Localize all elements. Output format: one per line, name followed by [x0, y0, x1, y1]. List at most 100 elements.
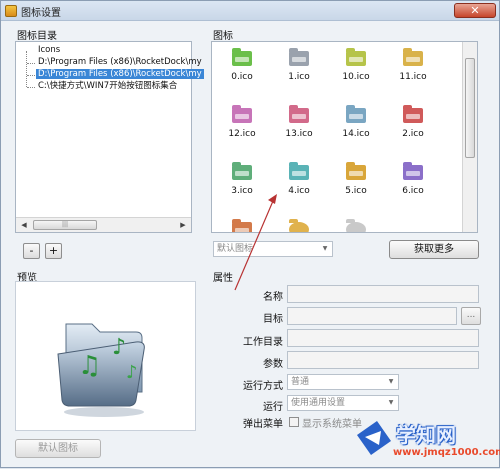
icon-item-label: 1.ico — [288, 72, 310, 82]
icon-item-label: 0.ico — [231, 72, 253, 82]
icon-item[interactable] — [281, 217, 317, 232]
workdir-field[interactable] — [287, 329, 479, 347]
icon-item[interactable]: 10.ico — [338, 46, 374, 86]
folder-icon — [403, 48, 423, 66]
icon-item[interactable]: 11.ico — [395, 46, 431, 86]
tree-item-label: Icons — [38, 45, 61, 55]
folder-icon — [346, 48, 366, 66]
name-field[interactable] — [287, 285, 479, 303]
tree-line — [27, 87, 35, 88]
icon-item[interactable]: 4.ico — [281, 160, 317, 200]
default-icon-button[interactable]: 默认图标 — [15, 439, 101, 458]
watermark: 学知网 www.jmqz1000.com — [351, 411, 500, 463]
folder-icon — [289, 105, 309, 123]
svg-text:♪: ♪ — [126, 362, 138, 383]
icons-label: 图标 — [213, 31, 233, 42]
tree-horizontal-scrollbar[interactable]: ◀ ||| ▶ — [16, 217, 191, 232]
icon-item[interactable]: 14.ico — [338, 103, 374, 143]
icon-item[interactable]: 2.ico — [395, 103, 431, 143]
args-label: 参数 — [263, 359, 283, 370]
svg-text:♪: ♪ — [112, 335, 126, 360]
chevron-down-icon: ▼ — [388, 399, 394, 406]
browse-button[interactable]: ... — [461, 307, 481, 325]
folder-icon — [232, 48, 252, 66]
music-folder-icon: ♫ ♪ ♪ — [57, 323, 145, 417]
target-label: 目标 — [263, 314, 283, 325]
icon-filter-select[interactable]: 默认图标 ▼ — [213, 241, 333, 257]
icon-grid-vertical-scrollbar[interactable] — [462, 42, 477, 232]
icon-item[interactable]: 0.ico — [224, 46, 260, 86]
tree-line — [27, 75, 35, 76]
icon-settings-window: 图标设置 ✕ 图标目录 Icons D:\Program Files (x86)… — [0, 0, 500, 468]
icon-item[interactable]: 6.ico — [395, 160, 431, 200]
icon-item[interactable] — [338, 217, 374, 232]
watermark-url: www.jmqz1000.com — [393, 447, 500, 458]
tree-line — [26, 51, 27, 87]
icon-item-label: 14.ico — [342, 129, 370, 139]
scroll-thumb[interactable]: ||| — [33, 220, 97, 230]
folder-icon — [232, 105, 252, 123]
chevron-down-icon: ▼ — [322, 245, 328, 252]
folder-icon — [232, 219, 252, 232]
folder-icon — [346, 162, 366, 180]
icon-item[interactable] — [224, 217, 260, 232]
icon-item[interactable]: 3.ico — [224, 160, 260, 200]
folder-icon — [346, 105, 366, 123]
show-system-menu-checkbox[interactable] — [289, 417, 299, 427]
scroll-right-icon[interactable]: ▶ — [176, 219, 190, 231]
run-mode-value: 普通 — [291, 377, 310, 387]
icon-filter-value: 默认图标 — [217, 244, 254, 254]
icon-directory-tree[interactable]: Icons D:\Program Files (x86)\RocketDock\… — [15, 41, 204, 233]
tree-item-label: D:\Program Files (x86)\RocketDock\my — [36, 69, 204, 79]
args-field[interactable] — [287, 351, 479, 369]
window-title: 图标设置 — [21, 8, 61, 19]
run-mode-select[interactable]: 普通 ▼ — [287, 374, 399, 390]
character-icon — [289, 219, 309, 232]
tree-item[interactable]: C:\快捷方式\WIN7开始按钮图标集合 — [36, 80, 179, 93]
target-field[interactable] — [287, 307, 457, 325]
icon-item[interactable]: 1.ico — [281, 46, 317, 86]
preview-panel: ♫ ♪ ♪ — [15, 281, 196, 431]
workdir-label: 工作目录 — [243, 337, 283, 348]
icon-item-label: 6.ico — [402, 186, 424, 196]
icon-item[interactable]: 12.ico — [224, 103, 260, 143]
icon-item-label: 3.ico — [231, 186, 253, 196]
icon-item[interactable]: 5.ico — [338, 160, 374, 200]
icon-item-label: 11.ico — [399, 72, 427, 82]
folder-icon — [289, 48, 309, 66]
run-mode-label: 运行方式 — [243, 381, 283, 392]
icon-item-label: 12.ico — [228, 129, 256, 139]
character-icon — [346, 219, 366, 232]
tree-item-label: C:\快捷方式\WIN7开始按钮图标集合 — [38, 81, 178, 91]
app-icon — [5, 5, 17, 17]
run-select[interactable]: 使用通用设置 ▼ — [287, 395, 399, 411]
icon-directory-label: 图标目录 — [17, 31, 57, 42]
icon-item-label: 13.ico — [285, 129, 313, 139]
tree-item-label: D:\Program Files (x86)\RocketDock\my — [38, 57, 202, 67]
folder-icon — [403, 162, 423, 180]
properties-label: 属性 — [213, 273, 233, 284]
chevron-down-icon: ▼ — [388, 378, 394, 385]
icon-item[interactable]: 13.ico — [281, 103, 317, 143]
icon-item-label: 4.ico — [288, 186, 310, 196]
svg-text:♫: ♫ — [78, 351, 101, 381]
run-value: 使用通用设置 — [291, 398, 346, 408]
icon-item-label: 10.ico — [342, 72, 370, 82]
add-directory-button[interactable]: + — [45, 243, 62, 259]
watermark-logo-icon — [357, 421, 391, 455]
remove-directory-button[interactable]: - — [23, 243, 40, 259]
folder-icon — [232, 162, 252, 180]
scroll-thumb[interactable] — [465, 58, 475, 158]
folder-icon — [403, 105, 423, 123]
name-label: 名称 — [263, 292, 283, 303]
popup-menu-label: 弹出菜单 — [243, 419, 283, 430]
title-bar[interactable]: 图标设置 ✕ — [1, 1, 499, 21]
close-button[interactable]: ✕ — [454, 3, 496, 18]
icon-grid[interactable]: 0.ico 1.ico 10.ico 11.ico 12.ico 13.ico … — [211, 41, 478, 233]
scroll-left-icon[interactable]: ◀ — [17, 219, 31, 231]
run-label: 运行 — [263, 402, 283, 413]
icon-item-label: 2.ico — [402, 129, 424, 139]
get-more-button[interactable]: 获取更多 — [389, 240, 479, 259]
tree-line — [27, 63, 35, 64]
folder-icon — [289, 162, 309, 180]
